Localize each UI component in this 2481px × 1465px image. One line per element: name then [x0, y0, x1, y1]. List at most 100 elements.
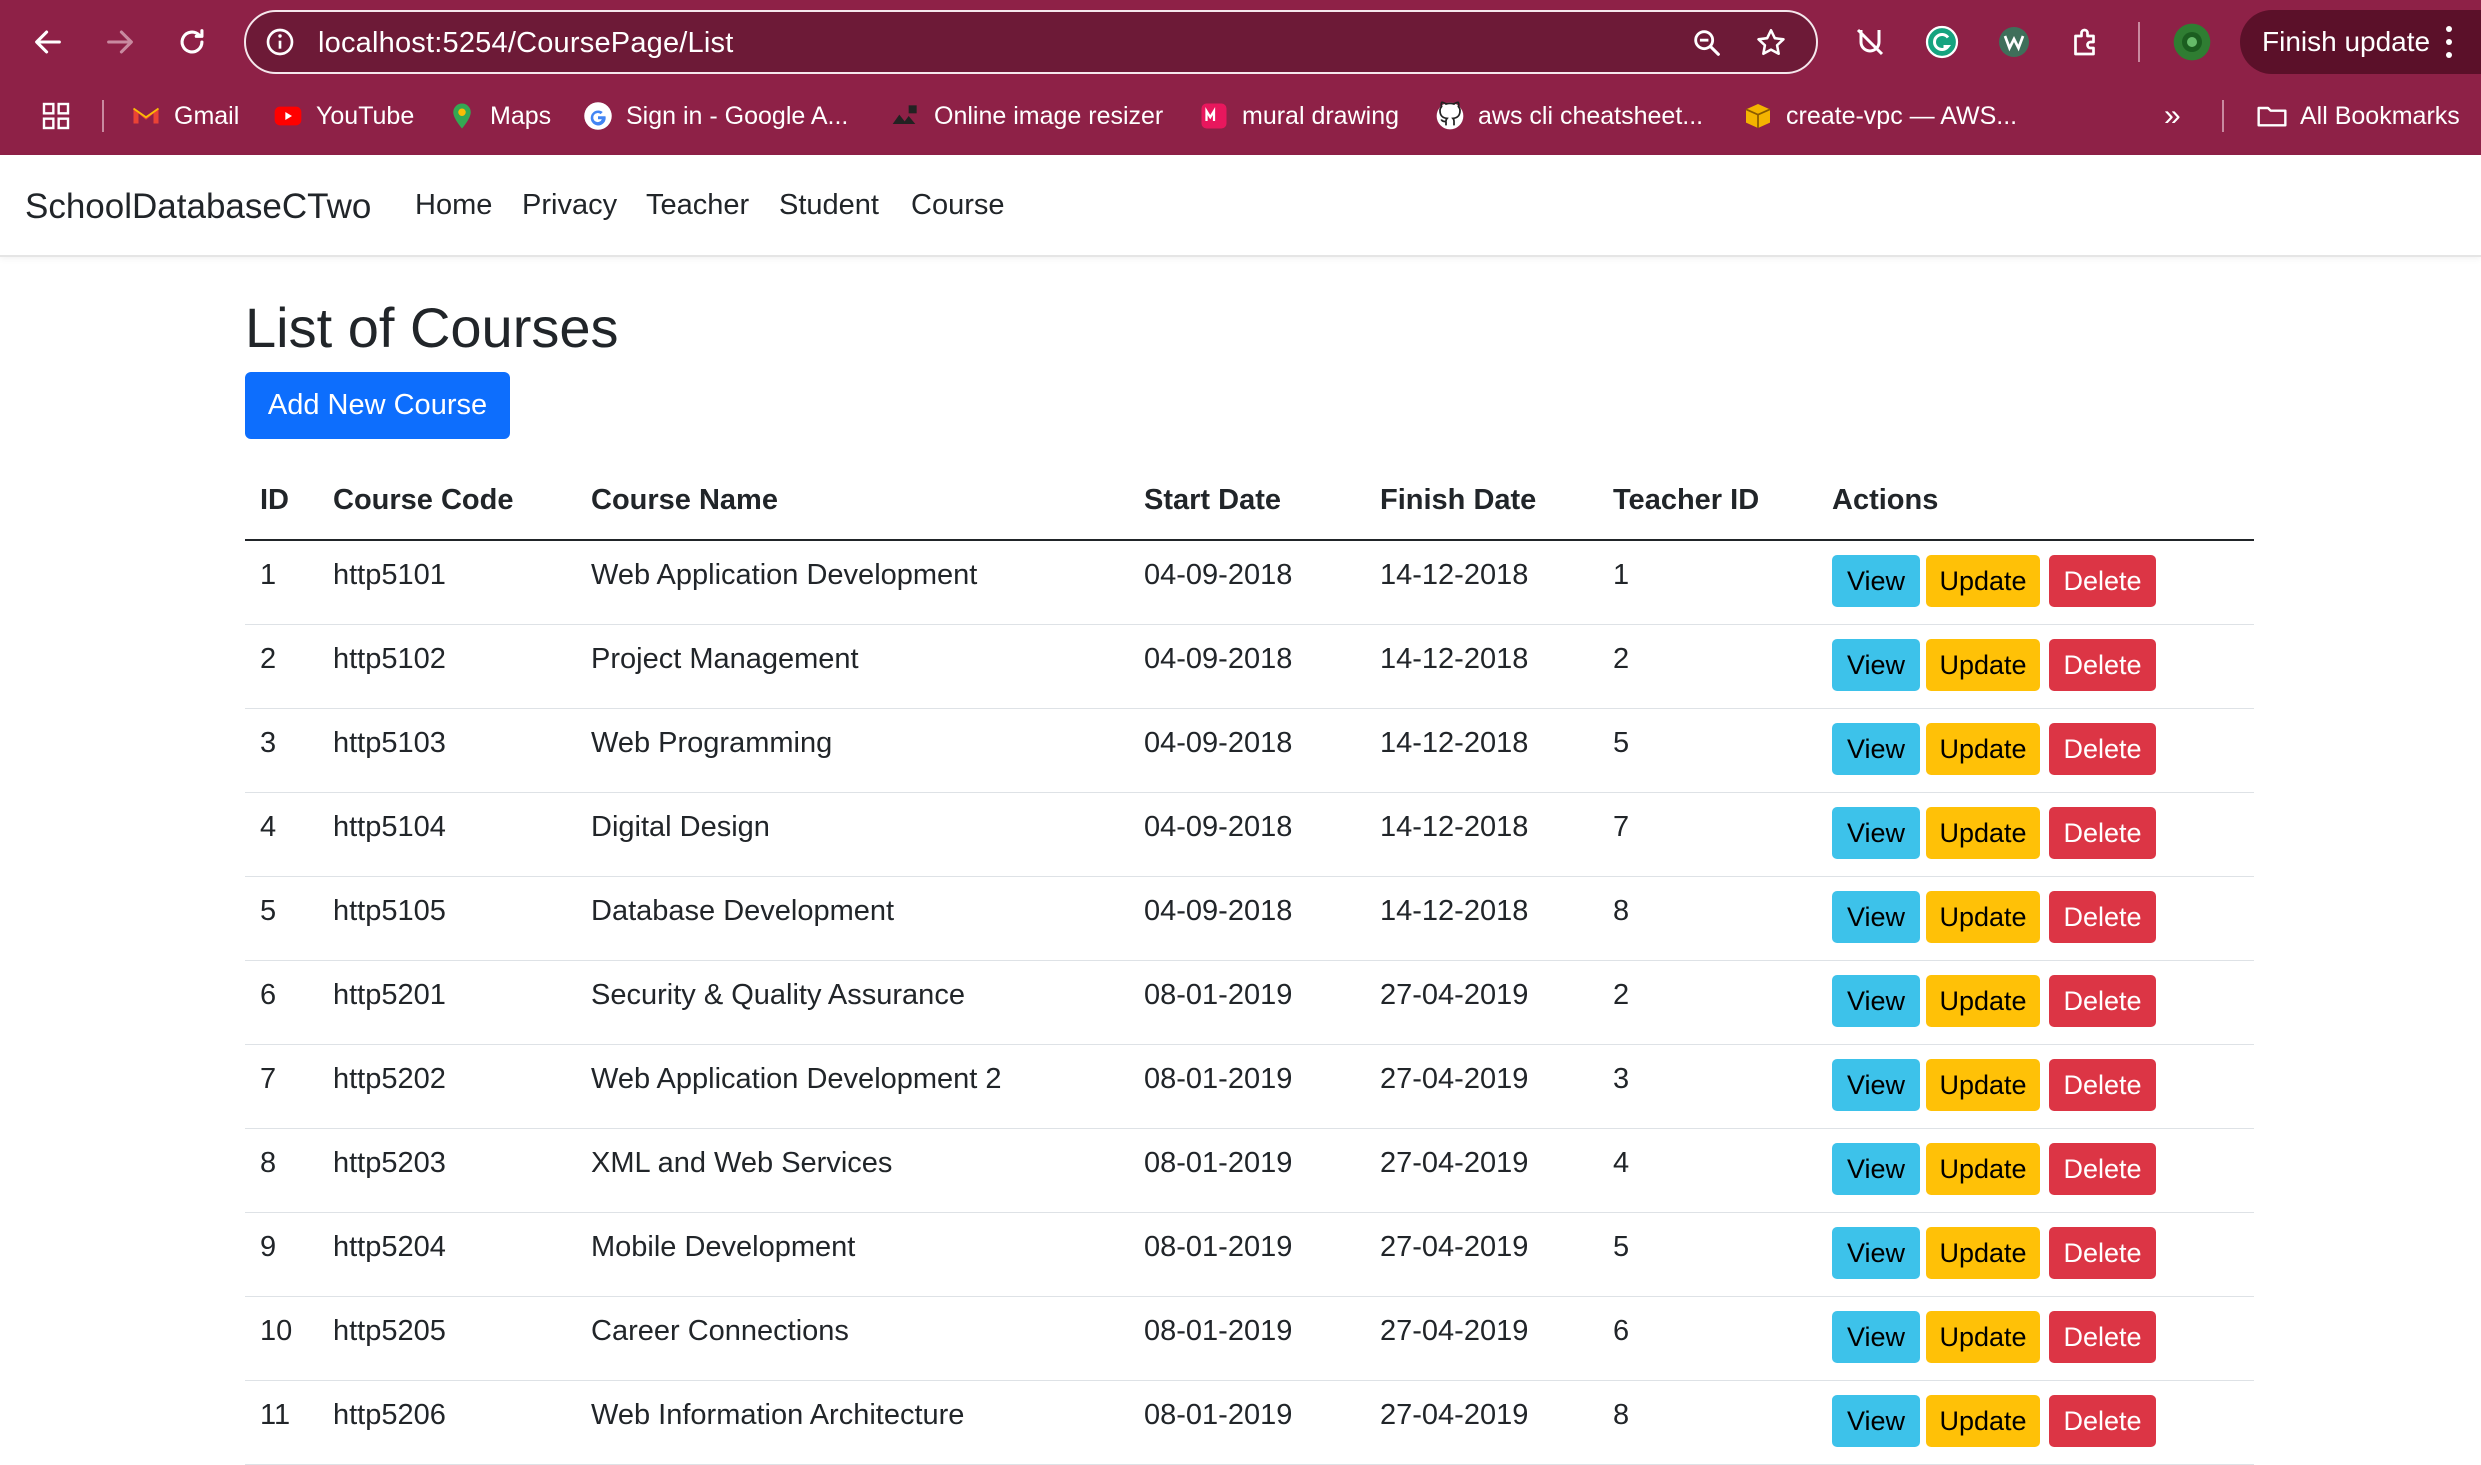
bookmark-gmail[interactable]: Gmail [130, 94, 239, 138]
header-id: ID [260, 484, 289, 516]
view-button[interactable]: View [1832, 1227, 1920, 1279]
chrome-menu-icon[interactable] [2445, 24, 2453, 60]
all-bookmarks-button[interactable]: All Bookmarks [2256, 94, 2460, 138]
view-button[interactable]: View [1832, 891, 1920, 943]
update-button[interactable]: Update [1926, 639, 2040, 691]
back-button[interactable] [24, 18, 72, 66]
image-resizer-icon [890, 100, 922, 132]
cell-finish-date: 27-04-2019 [1380, 1147, 1529, 1179]
extensions-puzzle-icon[interactable] [2066, 22, 2106, 62]
header-actions: Actions [1832, 484, 1939, 516]
bookmarks-divider-right [2222, 100, 2224, 132]
cell-course-code: http5202 [333, 1063, 446, 1095]
delete-button[interactable]: Delete [2049, 723, 2156, 775]
bookmark-aws-cli[interactable]: aws cli cheatsheet... [1434, 94, 1703, 138]
address-bar[interactable]: localhost:5254/CoursePage/List [244, 10, 1818, 74]
cell-finish-date: 14-12-2018 [1380, 811, 1529, 843]
nav-link-course[interactable]: Course [911, 189, 1005, 222]
table-row: 2 http5102 Project Management 04-09-2018 14-… [245, 625, 2254, 709]
bookmark-star-icon[interactable] [1754, 26, 1788, 60]
update-button[interactable]: Update [1926, 1143, 2040, 1195]
update-button[interactable]: Update [1926, 555, 2040, 607]
cell-id: 10 [260, 1315, 293, 1347]
cell-course-name: Career Connections [591, 1315, 849, 1347]
table-row: 10 http5205 Career Connections 08-01-2019 27… [245, 1297, 2254, 1381]
cell-course-name: Mobile Development [591, 1231, 856, 1263]
delete-button[interactable]: Delete [2049, 975, 2156, 1027]
add-new-course-button[interactable]: Add New Course [245, 372, 510, 439]
grammarly-icon[interactable] [1922, 22, 1962, 62]
nav-link-student[interactable]: Student [779, 189, 879, 222]
cell-id: 6 [260, 979, 277, 1011]
cell-teacher-id: 4 [1613, 1147, 1630, 1179]
delete-button[interactable]: Delete [2049, 891, 2156, 943]
cell-course-name: Web Application Development [591, 559, 978, 591]
navbar-brand[interactable]: SchoolDatabaseCTwo [25, 187, 371, 227]
cell-start-date: 08-01-2019 [1144, 1315, 1293, 1347]
cell-course-code: http5105 [333, 895, 446, 927]
update-button[interactable]: Update [1926, 807, 2040, 859]
delete-button[interactable]: Delete [2049, 1143, 2156, 1195]
forward-button[interactable] [96, 18, 144, 66]
cell-start-date: 08-01-2019 [1144, 1063, 1293, 1095]
bookmark-create-vpc[interactable]: create-vpc — AWS... [1742, 94, 2017, 138]
cell-course-code: http5203 [333, 1147, 446, 1179]
bookmarks-overflow-button[interactable]: » [2164, 94, 2181, 138]
cell-start-date: 08-01-2019 [1144, 1399, 1293, 1431]
cell-teacher-id: 5 [1613, 727, 1630, 759]
view-button[interactable]: View [1832, 639, 1920, 691]
delete-button[interactable]: Delete [2049, 807, 2156, 859]
cell-start-date: 04-09-2018 [1144, 895, 1293, 927]
view-button[interactable]: View [1832, 975, 1920, 1027]
zoom-icon[interactable] [1690, 26, 1724, 60]
update-button[interactable]: Update [1926, 975, 2040, 1027]
delete-button[interactable]: Delete [2049, 1311, 2156, 1363]
header-teacher-id: Teacher ID [1613, 484, 1760, 516]
view-button[interactable]: View [1832, 1059, 1920, 1111]
reload-button[interactable] [168, 18, 216, 66]
view-button[interactable]: View [1832, 1395, 1920, 1447]
delete-button[interactable]: Delete [2049, 1227, 2156, 1279]
update-button[interactable]: Update [1926, 891, 2040, 943]
table-row: 7 http5202 Web Application Development 2 08… [245, 1045, 2254, 1129]
view-button[interactable]: View [1832, 1143, 1920, 1195]
url-text[interactable]: localhost:5254/CoursePage/List [318, 27, 733, 60]
table-row: 8 http5203 XML and Web Services 08-01-2019 2… [245, 1129, 2254, 1213]
update-button[interactable]: Update [1926, 1311, 2040, 1363]
delete-button[interactable]: Delete [2049, 1395, 2156, 1447]
cell-finish-date: 27-04-2019 [1380, 1399, 1529, 1431]
wordtune-icon[interactable] [1994, 22, 2034, 62]
nav-link-teacher[interactable]: Teacher [646, 189, 749, 222]
cell-finish-date: 14-12-2018 [1380, 727, 1529, 759]
gmail-icon [130, 100, 162, 132]
table-row: 5 http5105 Database Development 04-09-2018 1… [245, 877, 2254, 961]
site-info-icon[interactable] [264, 26, 296, 58]
cell-teacher-id: 6 [1613, 1315, 1630, 1347]
delete-button[interactable]: Delete [2049, 555, 2156, 607]
update-button[interactable]: Update [1926, 1227, 2040, 1279]
bookmark-maps[interactable]: Maps [446, 94, 551, 138]
browser-chrome: localhost:5254/CoursePage/List Finish up… [0, 0, 2481, 155]
bookmark-google-signin[interactable]: Sign in - Google A... [582, 94, 848, 138]
view-button[interactable]: View [1832, 807, 1920, 859]
extension-slash-icon[interactable] [1850, 22, 1890, 62]
update-button[interactable]: Update [1926, 1059, 2040, 1111]
view-button[interactable]: View [1832, 555, 1920, 607]
nav-link-privacy[interactable]: Privacy [522, 189, 617, 222]
delete-button[interactable]: Delete [2049, 639, 2156, 691]
maps-icon [446, 100, 478, 132]
delete-button[interactable]: Delete [2049, 1059, 2156, 1111]
bookmark-mural-drawing[interactable]: mural drawing [1198, 94, 1399, 138]
view-button[interactable]: View [1832, 1311, 1920, 1363]
apps-grid-icon[interactable] [40, 100, 72, 132]
bookmark-youtube[interactable]: YouTube [272, 94, 414, 138]
nav-link-home[interactable]: Home [415, 189, 492, 222]
update-button[interactable]: Update [1926, 1395, 2040, 1447]
view-button[interactable]: View [1832, 723, 1920, 775]
update-button[interactable]: Update [1926, 723, 2040, 775]
profile-avatar-icon[interactable] [2172, 22, 2212, 62]
table-row: 6 http5201 Security & Quality Assurance 08-… [245, 961, 2254, 1045]
table-row: 3 http5103 Web Programming 04-09-2018 14-12-… [245, 709, 2254, 793]
bookmark-image-resizer[interactable]: Online image resizer [890, 94, 1163, 138]
finish-update-label: Finish update [2262, 26, 2431, 57]
